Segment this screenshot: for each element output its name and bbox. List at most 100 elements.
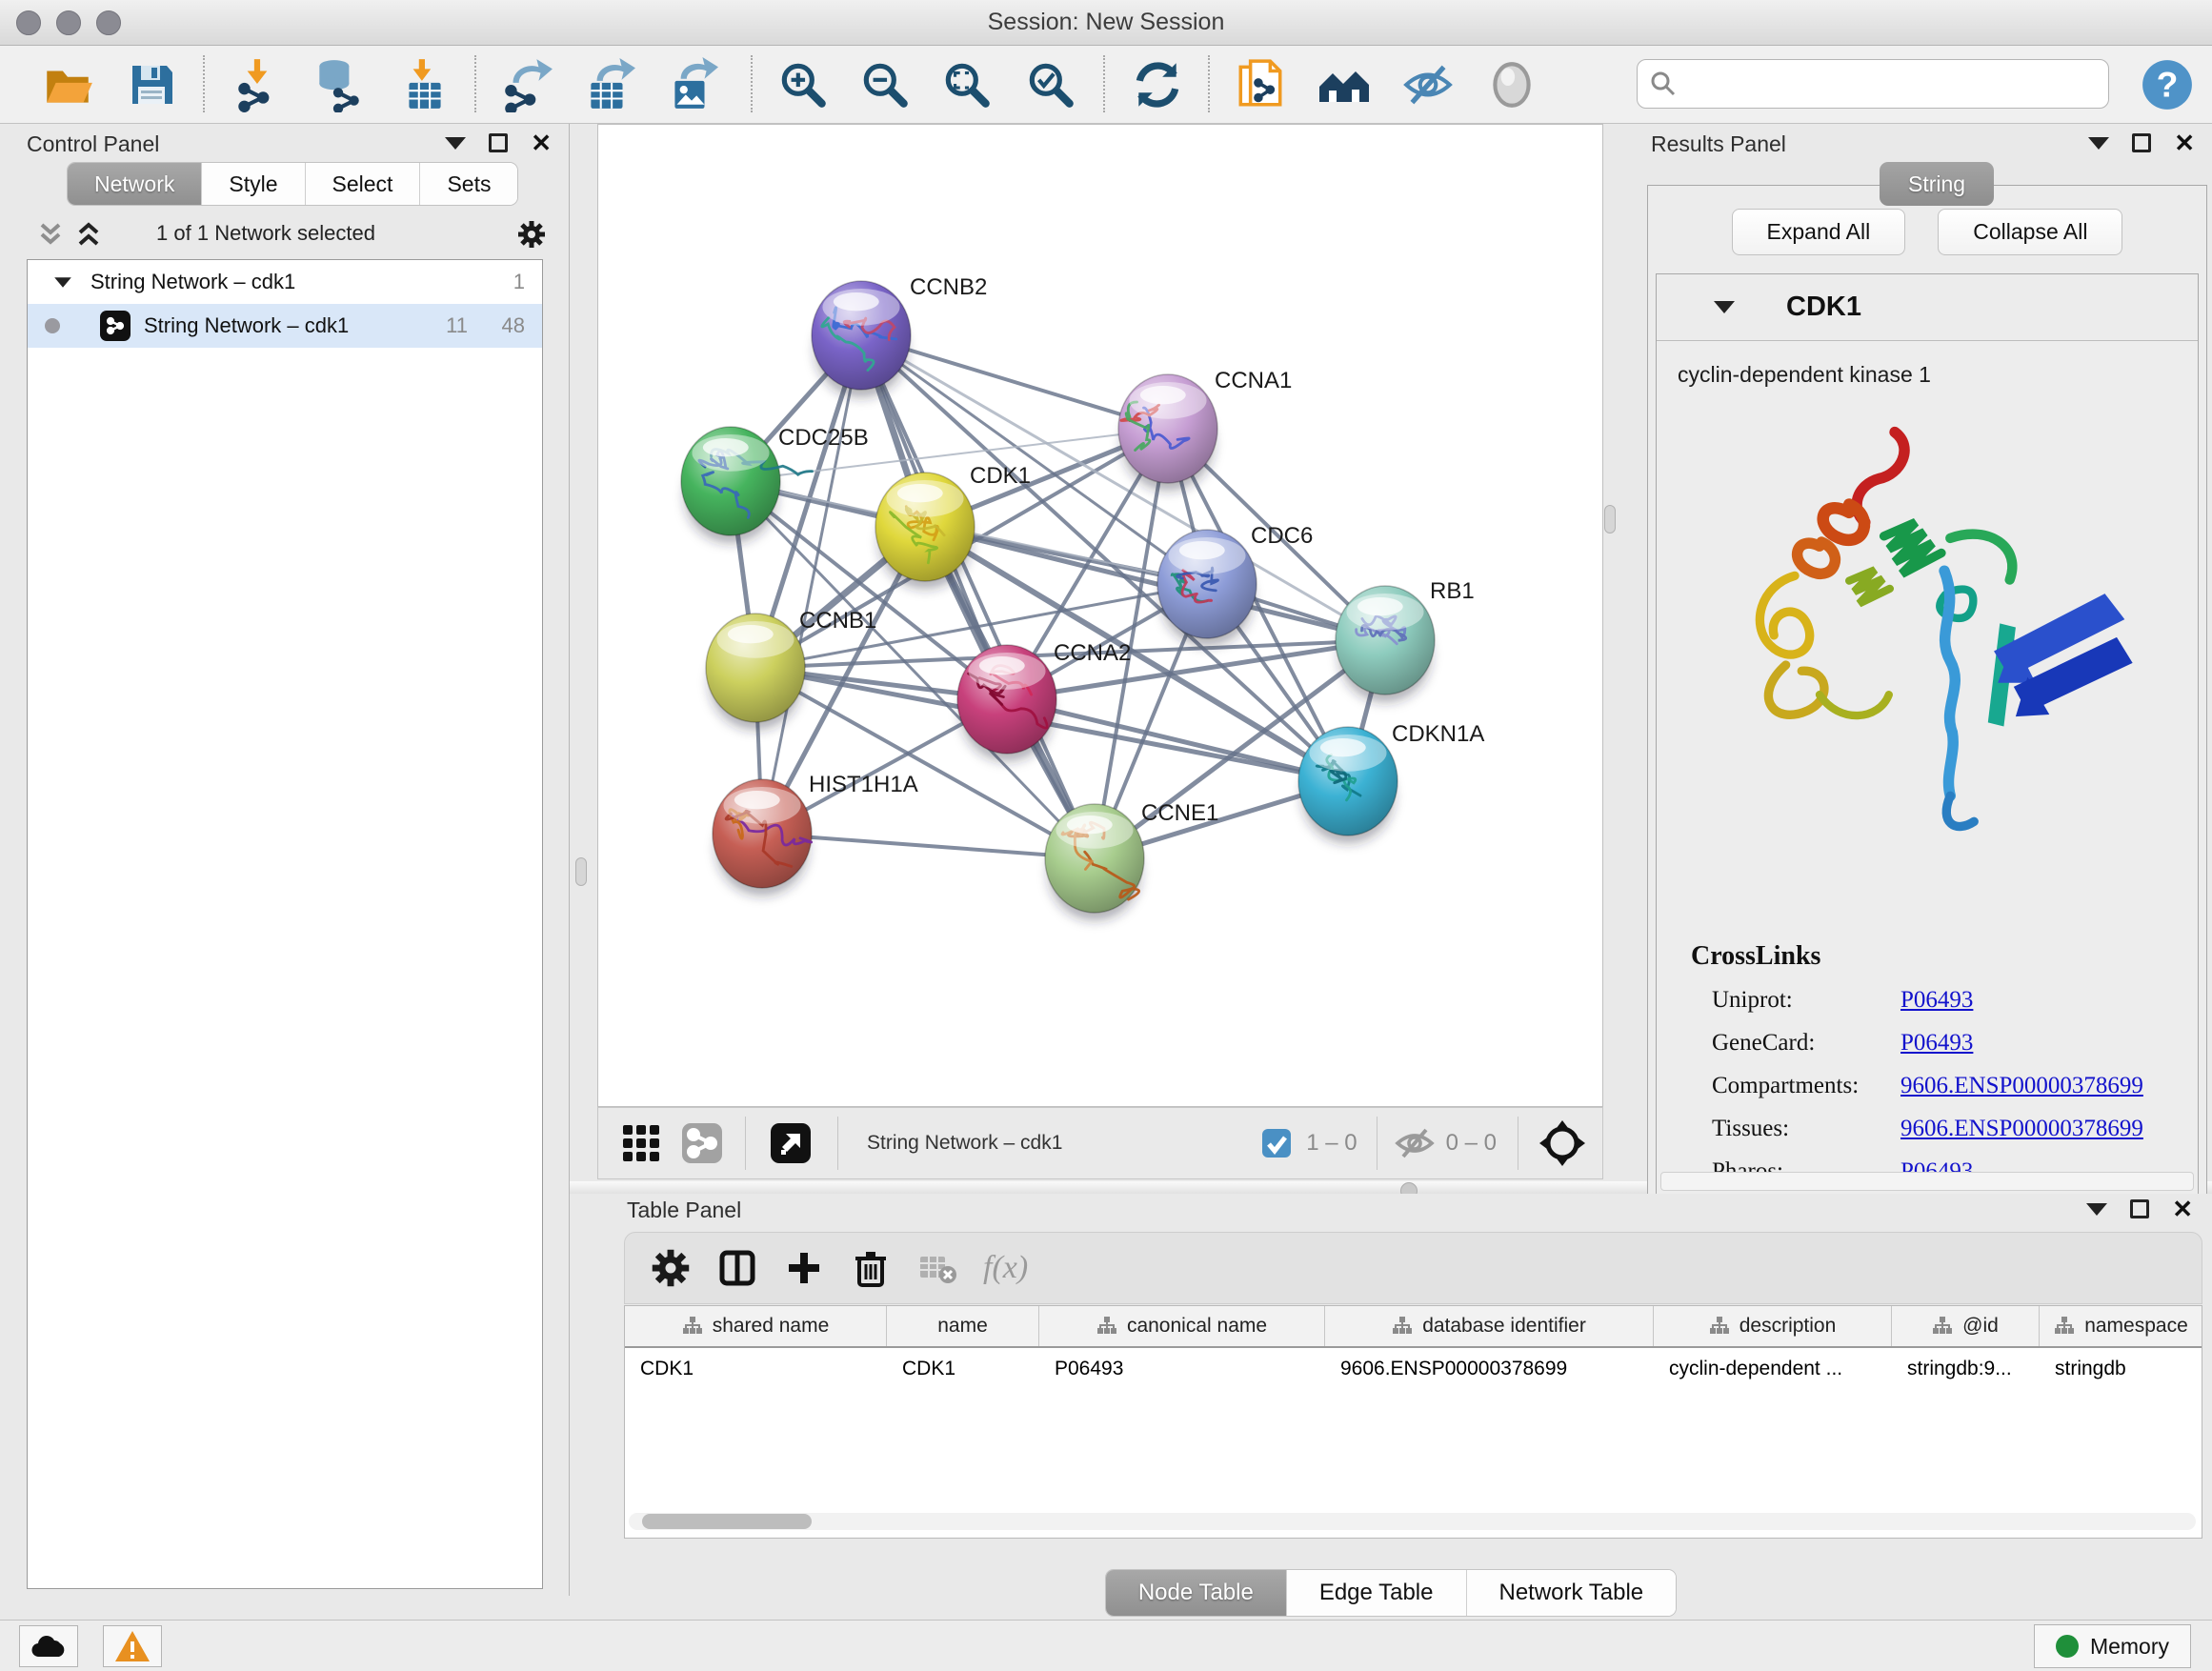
string-network-graph[interactable]: CDK1CCNB1CCNB2CCNA1CCNA2CCNE1CDC25BCDC6C…	[598, 125, 1604, 1108]
node-CCNB2[interactable]	[812, 281, 911, 397]
column-header-namespace[interactable]: namespace	[2040, 1306, 2202, 1346]
float-panel-icon[interactable]	[2130, 1199, 2149, 1218]
save-session-button[interactable]	[122, 55, 181, 114]
node-CDC6[interactable]	[1157, 530, 1257, 646]
fit-content-button[interactable]	[1538, 1118, 1587, 1168]
first-neighbors-button[interactable]	[1315, 55, 1374, 114]
crosslink-link[interactable]: 9606.ENSP00000378699	[1900, 1073, 2143, 1099]
selected-checkbox[interactable]	[1260, 1127, 1293, 1159]
grid-view-button[interactable]	[619, 1121, 663, 1165]
column-header-description[interactable]: description	[1654, 1306, 1892, 1346]
export-table-button[interactable]	[579, 55, 638, 114]
export-image-button[interactable]	[661, 55, 720, 114]
cloud-status-button[interactable]	[19, 1625, 78, 1667]
node-CCNA2[interactable]	[957, 645, 1056, 761]
close-panel-icon[interactable]: ✕	[2174, 133, 2195, 152]
network-options-gear-icon[interactable]	[516, 219, 547, 250]
zoom-out-button[interactable]	[855, 55, 915, 114]
column-header-database-identifier[interactable]: database identifier	[1325, 1306, 1654, 1346]
table-horizontal-scrollbar[interactable]	[629, 1513, 2196, 1530]
panel-menu-icon[interactable]	[445, 137, 466, 150]
protein-card-header[interactable]: CDK1	[1657, 274, 2198, 341]
collection-expander-icon[interactable]	[54, 277, 71, 287]
crosslink-link[interactable]: P06493	[1900, 987, 1973, 1014]
right-splitter-handle[interactable]	[1604, 505, 1616, 534]
tab-edge-table[interactable]: Edge Table	[1287, 1570, 1467, 1616]
table-cell[interactable]: 9606.ENSP00000378699	[1325, 1348, 1654, 1390]
search-input[interactable]	[1678, 71, 2087, 96]
node-RB1[interactable]	[1336, 586, 1435, 702]
search-field[interactable]	[1637, 59, 2109, 109]
toolbar-separator	[203, 55, 205, 112]
table-cell[interactable]: cyclin-dependent ...	[1654, 1348, 1892, 1390]
float-panel-icon[interactable]	[489, 133, 508, 152]
toolbar-separator	[474, 55, 476, 112]
network-overview-button[interactable]	[680, 1121, 724, 1165]
node-table[interactable]: shared namenamecanonical namedatabase id…	[624, 1305, 2202, 1539]
tab-node-table[interactable]: Node Table	[1106, 1570, 1287, 1616]
show-columns-icon[interactable]	[716, 1247, 758, 1289]
tab-select[interactable]: Select	[306, 163, 421, 205]
show-graphics-details-button[interactable]	[1482, 55, 1541, 114]
tab-network-table[interactable]: Network Table	[1467, 1570, 1677, 1616]
export-network-button[interactable]	[497, 55, 556, 114]
hide-selected-button[interactable]	[1398, 55, 1458, 114]
refresh-view-button[interactable]	[1128, 55, 1187, 114]
close-panel-icon[interactable]: ✕	[531, 133, 552, 152]
table-cell[interactable]: stringdb	[2040, 1348, 2202, 1390]
zoom-in-button[interactable]	[774, 55, 833, 114]
delete-column-icon[interactable]	[850, 1247, 892, 1289]
table-cell[interactable]: CDK1	[625, 1348, 887, 1390]
column-header--id[interactable]: @id	[1892, 1306, 2040, 1346]
table-options-gear-icon[interactable]	[650, 1247, 692, 1289]
expand-all-button[interactable]: Expand All	[1732, 209, 1906, 255]
table-cell[interactable]: CDK1	[887, 1348, 1039, 1390]
crosslink-link[interactable]: P06493	[1900, 1030, 1973, 1057]
network-selection-row: 1 of 1 Network selected	[0, 211, 570, 255]
network-collection-row[interactable]: String Network – cdk1 1	[28, 260, 542, 304]
network-row-selected[interactable]: String Network – cdk1 11 48	[28, 304, 542, 348]
tab-network[interactable]: Network	[68, 163, 202, 205]
column-header-name[interactable]: name	[887, 1306, 1039, 1346]
zoom-selected-button[interactable]	[1021, 55, 1080, 114]
delete-table-icon	[916, 1247, 958, 1289]
column-header-shared-name[interactable]: shared name	[625, 1306, 887, 1346]
node-CCNB1[interactable]	[706, 614, 805, 730]
left-splitter-handle[interactable]	[575, 857, 587, 886]
tab-style[interactable]: Style	[202, 163, 305, 205]
warnings-button[interactable]	[103, 1625, 162, 1667]
table-row[interactable]: CDK1CDK1P064939606.ENSP00000378699cyclin…	[625, 1348, 2202, 1390]
duplicate-network-button[interactable]	[1231, 55, 1290, 114]
memory-button[interactable]: Memory	[2034, 1624, 2191, 1668]
node-CDK1[interactable]	[875, 473, 975, 589]
tab-string[interactable]: String	[1880, 162, 1994, 206]
table-cell[interactable]: P06493	[1039, 1348, 1325, 1390]
network-canvas[interactable]: CDK1CCNB1CCNB2CCNA1CCNA2CCNE1CDC25BCDC6C…	[597, 124, 1603, 1107]
node-CCNE1[interactable]	[1045, 804, 1144, 920]
help-button[interactable]: ?	[2138, 55, 2197, 114]
float-panel-icon[interactable]	[2132, 133, 2151, 152]
close-panel-icon[interactable]: ✕	[2172, 1199, 2193, 1218]
column-header-canonical-name[interactable]: canonical name	[1039, 1306, 1325, 1346]
import-table-button[interactable]	[395, 55, 454, 114]
table-cell[interactable]: stringdb:9...	[1892, 1348, 2040, 1390]
zoom-fit-button[interactable]	[937, 55, 996, 114]
collapse-all-button[interactable]: Collapse All	[1938, 209, 2122, 255]
birdseye-toggle-button[interactable]	[769, 1121, 813, 1165]
scrollbar-thumb[interactable]	[642, 1514, 812, 1529]
node-CCNA1[interactable]	[1118, 374, 1217, 491]
toolbar-separator	[837, 1117, 838, 1170]
results-horizontal-scrollbar[interactable]	[1660, 1172, 2194, 1191]
edge-CCNB2-HIST1H1A[interactable]	[762, 335, 861, 834]
import-network-file-button[interactable]	[229, 55, 288, 114]
panel-menu-icon[interactable]	[2088, 137, 2109, 150]
import-network-database-button[interactable]	[309, 55, 368, 114]
node-HIST1H1A[interactable]	[713, 779, 812, 896]
crosslink-link[interactable]: 9606.ENSP00000378699	[1900, 1116, 2143, 1142]
add-column-icon[interactable]	[783, 1247, 825, 1289]
node-CDKN1A[interactable]	[1298, 727, 1398, 843]
open-session-button[interactable]	[38, 55, 97, 114]
tab-sets[interactable]: Sets	[420, 163, 517, 205]
hidden-items-button[interactable]	[1395, 1126, 1435, 1160]
panel-menu-icon[interactable]	[2086, 1203, 2107, 1216]
